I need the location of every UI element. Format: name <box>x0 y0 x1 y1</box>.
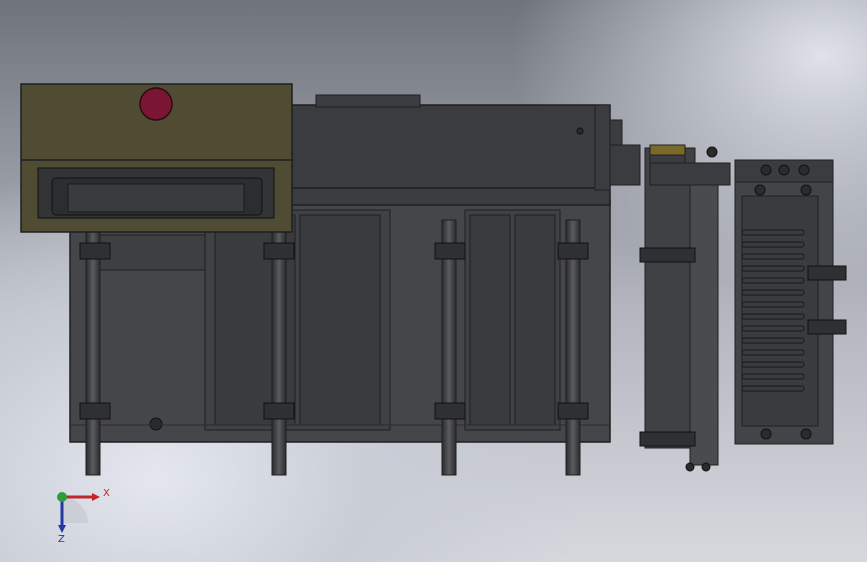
axis-x-label: X <box>103 488 110 499</box>
model-scene[interactable]: X Z <box>0 0 867 562</box>
control-panel-housing[interactable] <box>20 83 293 233</box>
axis-z-label: Z <box>58 534 65 545</box>
coordinate-triad-icon: X Z <box>57 488 110 545</box>
vertical-slide-module[interactable] <box>639 144 731 472</box>
cad-model-viewport[interactable]: X Z <box>0 0 867 562</box>
emergency-stop-icon[interactable] <box>139 87 173 121</box>
slotted-tray-module[interactable] <box>734 159 847 445</box>
